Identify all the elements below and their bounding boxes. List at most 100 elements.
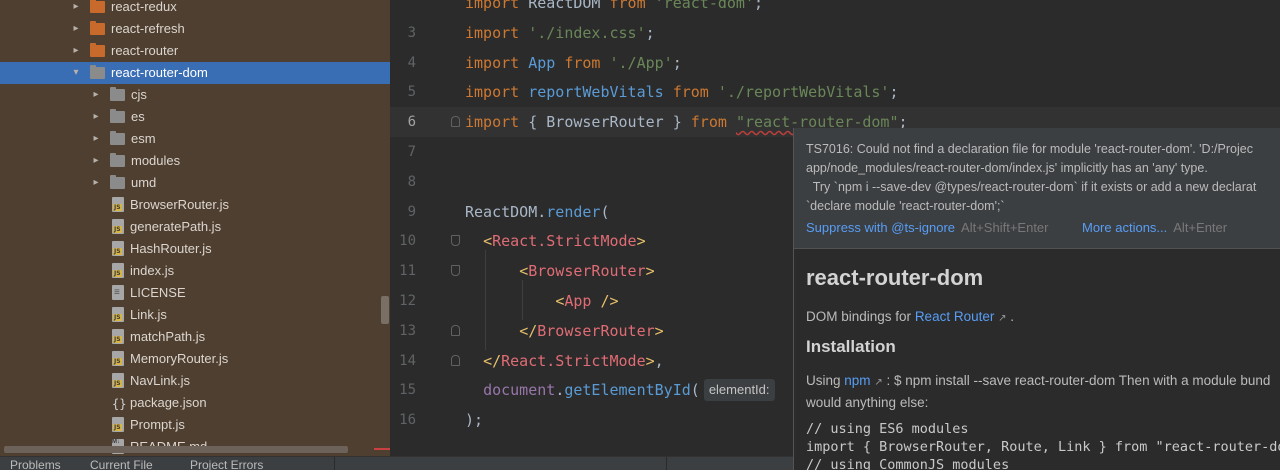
tree-file[interactable]: Prompt.js [0,414,390,436]
line-number: 12 [399,293,416,309]
json-file-icon [112,393,126,415]
tree-folder[interactable]: ▸ esm [0,128,390,150]
tree-folder[interactable]: ▸ modules [0,150,390,172]
js-file-icon [112,373,124,388]
line-number: 15 [399,382,416,399]
line-number: 14 [399,352,416,369]
tree-item-label: cjs [131,87,147,102]
project-tree: ▸ react-redux ▸ react-refresh ▸ react-router ▾… [0,0,390,456]
tree-file[interactable]: NavLink.js [0,370,390,392]
code-text: </BrowserRouter> [519,321,664,340]
tree-folder[interactable]: ▸ umd [0,172,390,194]
tree-item-label: Prompt.js [130,417,185,432]
tree-item-label: esm [131,131,156,146]
tree-item-label: react-router-dom [111,65,208,80]
more-actions[interactable]: More actions... Alt+Enter [1082,220,1227,235]
line-number: 16 [399,412,416,429]
tree-item-label: package.json [130,395,207,410]
external-link-icon: ↗ [874,377,883,388]
code-line[interactable]: import ReactDOM from 'react-dom'; [390,0,1280,18]
code-text: import './index.css'; [465,23,655,42]
tree-file[interactable]: HashRouter.js [0,238,390,260]
line-number: 3 [407,24,416,41]
vertical-scrollbar[interactable] [381,296,389,324]
tree-file[interactable]: matchPath.js [0,326,390,348]
fold-marker-icon[interactable] [451,324,460,336]
fold-marker-icon[interactable] [451,116,460,128]
tab-problems[interactable]: Problems [10,458,61,470]
folder-icon [110,87,125,101]
line-number: 8 [407,173,416,190]
more-actions-shortcut: Alt+Enter [1173,220,1228,235]
line-number: 9 [407,203,416,220]
tree-item-label: HashRouter.js [130,241,212,256]
indent-guide [485,250,486,350]
tree-folder[interactable]: ▾ react-router-dom [0,62,390,84]
chevron-right-icon[interactable]: ▸ [90,150,102,172]
doc-use-suffix: : $ npm install --save react-router-dom … [886,373,1271,388]
tree-file[interactable]: package.json [0,392,390,415]
suppress-action[interactable]: Suppress with @ts-ignore Alt+Shift+Enter [806,220,1049,235]
tree-file[interactable]: Link.js [0,304,390,326]
doc-description: DOM bindings for React Router ↗ . [806,309,1014,324]
doc-use-prefix: Using [806,373,841,388]
chevron-right-icon[interactable]: ▸ [90,106,102,128]
line-number: 7 [407,144,416,160]
code-text: </React.StrictMode>, [483,351,664,370]
code-line[interactable]: 5 import reportWebVitals from './reportWe… [390,77,1280,107]
fold-marker-icon[interactable] [451,354,460,366]
chevron-right-icon[interactable]: ▸ [90,84,102,106]
fold-marker-icon[interactable] [451,265,460,277]
tree-item-label: generatePath.js [130,219,222,234]
code-line[interactable]: 4 import App from './App'; [390,48,1280,78]
tree-item-label: BrowserRouter.js [130,197,229,212]
npm-link[interactable]: npm [844,373,870,388]
code-text: <App /> [555,292,619,310]
code-line[interactable]: 3 import './index.css'; [390,18,1280,48]
tree-folder[interactable]: ▸ es [0,106,390,128]
tree-file[interactable]: generatePath.js [0,216,390,238]
folder-icon [110,175,125,189]
line-number: 10 [399,233,416,250]
tree-folder[interactable]: ▸ cjs [0,84,390,106]
doc-code-line: // using CommonJS modules [806,457,1010,470]
chevron-right-icon[interactable]: ▸ [70,0,82,18]
chevron-right-icon[interactable]: ▸ [70,18,82,40]
fold-marker-icon[interactable] [451,235,460,247]
doc-desc-suffix: . [1010,309,1015,324]
folder-icon [90,65,105,79]
tree-folder[interactable]: ▸ react-refresh [0,18,390,40]
doc-usage-text-2: would anything else: [806,395,929,410]
doc-code-line: import { BrowserRouter, Route, Link } fr… [806,439,1280,455]
error-marker [374,448,390,450]
folder-icon [110,131,125,145]
chevron-right-icon[interactable]: ▸ [90,128,102,150]
js-file-icon [112,197,124,212]
tree-folder[interactable]: ▸ react-router [0,40,390,62]
tree-file[interactable]: index.js [0,260,390,282]
tree-file[interactable]: BrowserRouter.js [0,194,390,216]
js-file-icon [112,329,124,344]
tree-item-label: react-refresh [111,21,185,36]
suppress-link[interactable]: Suppress with @ts-ignore [806,220,955,235]
separator [666,457,667,470]
tab-project-errors[interactable]: Project Errors [190,458,263,470]
horizontal-scrollbar[interactable] [4,446,348,453]
chevron-right-icon[interactable]: ▸ [70,40,82,62]
tree-file[interactable]: LICENSE [0,282,390,304]
folder-icon [110,109,125,123]
react-router-link[interactable]: React Router [915,309,995,324]
doc-heading-installation: Installation [806,337,896,356]
chevron-right-icon[interactable]: ▸ [90,172,102,194]
tree-item-label: LICENSE [130,285,186,300]
line-number: 13 [399,322,416,339]
js-file-icon [112,219,124,234]
chevron-down-icon[interactable]: ▾ [70,62,82,84]
more-actions-link[interactable]: More actions... [1082,220,1167,235]
tree-file[interactable]: MemoryRouter.js [0,348,390,370]
line-number: 5 [407,84,416,101]
tab-current-file[interactable]: Current File [90,458,153,470]
quick-documentation-popup: TS7016: Could not find a declaration fil… [793,128,1280,470]
tree-item-label: react-router [111,43,179,58]
tree-folder[interactable]: ▸ react-redux [0,0,390,18]
